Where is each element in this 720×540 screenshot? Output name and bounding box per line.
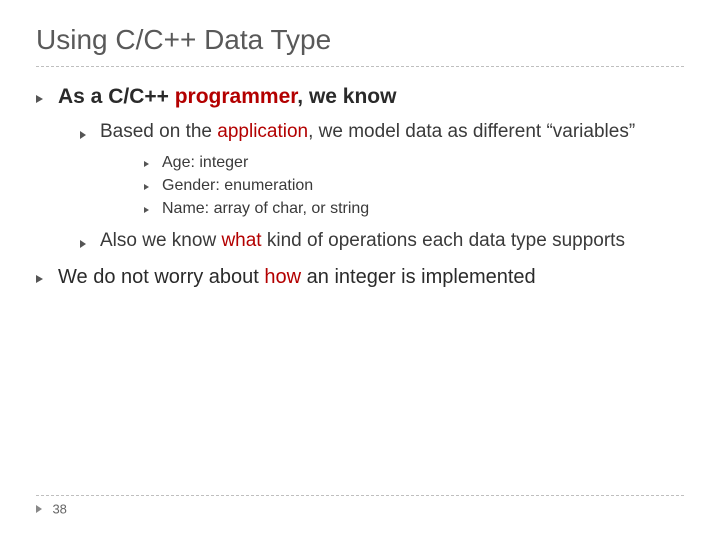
text-span: Based on the <box>100 121 217 142</box>
highlight-span: what <box>221 230 261 251</box>
slide-content: As a C/C++ programmer, we know Based on … <box>36 83 684 290</box>
text-span: , we model data as different “variables” <box>308 121 635 142</box>
bullet-l1-programmer: As a C/C++ programmer, we know Based on … <box>36 83 684 254</box>
triangle-icon <box>144 207 149 213</box>
text-span: Age: integer <box>162 154 248 171</box>
text-span: We do not worry about <box>58 266 264 288</box>
triangle-icon <box>144 184 149 190</box>
bullet-l3-gender: Gender: enumeration <box>144 176 684 197</box>
highlight-span: application <box>217 121 308 142</box>
page-number: 38 <box>52 501 66 516</box>
bullet-l3-name: Name: array of char, or string <box>144 199 684 220</box>
text-span: an integer is implemented <box>301 266 536 288</box>
triangle-icon <box>36 275 43 283</box>
text-span: As a C/C++ <box>58 85 175 108</box>
bullet-l3-age: Age: integer <box>144 153 684 174</box>
bullet-l2-operations: Also we know what kind of operations eac… <box>80 229 684 254</box>
triangle-icon <box>80 240 86 248</box>
triangle-icon <box>80 131 86 139</box>
bullet-l2-application: Based on the application, we model data … <box>80 120 684 219</box>
text-span: , we know <box>297 85 396 108</box>
text-span: Name: array of char, or string <box>162 200 369 217</box>
slide-title: Using C/C++ Data Type <box>36 24 684 67</box>
highlight-span: how <box>264 266 301 288</box>
triangle-icon <box>144 161 149 167</box>
triangle-icon <box>36 505 42 513</box>
text-span: Gender: enumeration <box>162 177 313 194</box>
text-span: Also we know <box>100 230 221 251</box>
triangle-icon <box>36 95 43 103</box>
highlight-span: programmer <box>175 85 298 108</box>
bullet-l1-how: We do not worry about how an integer is … <box>36 264 684 290</box>
slide-footer: 38 <box>36 495 684 518</box>
text-span: kind of operations each data type suppor… <box>262 230 625 251</box>
slide: Using C/C++ Data Type As a C/C++ program… <box>0 0 720 540</box>
